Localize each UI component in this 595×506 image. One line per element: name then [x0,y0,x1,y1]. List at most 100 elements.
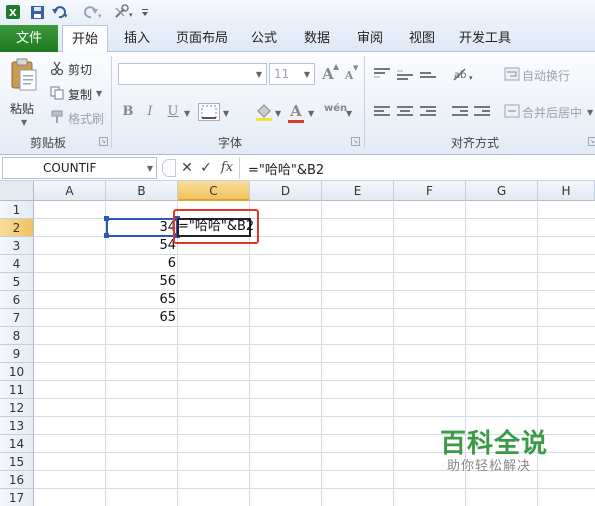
underline-dropdown-icon[interactable]: ▼ [184,109,190,118]
gridline [34,362,595,363]
cell-b4[interactable]: 6 [106,255,176,273]
gridline [249,201,250,506]
column-header-g[interactable]: G [466,181,538,201]
row-header[interactable]: 7 [0,309,34,327]
align-top-icon[interactable] [374,68,390,80]
row-header[interactable]: 13 [0,417,34,435]
borders-dropdown-icon[interactable]: ▼ [223,109,229,118]
tab-review[interactable]: 审阅 [349,25,391,52]
cell-b5[interactable]: 56 [106,273,176,291]
align-middle-icon[interactable] [397,70,413,82]
row-header[interactable]: 6 [0,291,34,309]
format-painter-label: 格式刷 [68,112,105,126]
decrease-indent-icon[interactable] [452,106,468,118]
row-header[interactable]: 8 [0,327,34,345]
cancel-button[interactable]: ✕ [180,159,194,177]
cell-b6[interactable]: 65 [106,291,176,309]
column-header-b[interactable]: B [106,181,178,201]
tab-view[interactable]: 视图 [401,25,443,52]
tab-page-layout[interactable]: 页面布局 [170,25,234,52]
cell-b3[interactable]: 54 [106,237,176,255]
formula-divider [239,157,240,179]
select-all-corner[interactable] [0,181,34,201]
phonetic-button[interactable]: wén [324,103,347,114]
save-icon[interactable] [28,3,46,21]
bold-button[interactable]: B [119,103,137,121]
cut-label: 剪切 [68,63,93,77]
reference-handle[interactable] [104,216,109,221]
align-bottom-icon[interactable] [420,72,436,84]
alignment-launcher-icon[interactable]: ↘ [588,137,595,146]
clipboard-launcher-icon[interactable]: ↘ [99,137,108,146]
cell-b7[interactable]: 65 [106,309,176,327]
font-size-box[interactable]: 11 ▼ [269,63,315,85]
column-header-c[interactable]: C [178,181,250,201]
wrap-text-label[interactable]: 自动换行 [522,67,570,84]
enter-button[interactable]: ✓ [199,159,213,177]
gridline [537,201,538,506]
svg-text:ab: ab [454,70,466,81]
font-size-dropdown-icon[interactable]: ▼ [304,70,310,79]
reference-highlight [106,218,178,237]
formula-input[interactable]: ="哈哈"&B2 [248,159,324,178]
wrap-text-icon[interactable] [504,67,520,84]
tab-formulas[interactable]: 公式 [244,25,284,52]
customize-icon[interactable] [140,3,150,21]
name-box[interactable]: COUNTIF ▼ [2,157,157,179]
font-color-button[interactable]: A [287,102,305,120]
column-header-d[interactable]: D [250,181,322,201]
font-name-box[interactable]: ▼ [118,63,267,85]
row-header[interactable]: 2 [0,219,34,237]
row-header[interactable]: 11 [0,381,34,399]
tab-file[interactable]: 文件 [0,25,58,52]
align-right-icon[interactable] [420,106,436,118]
fill-color-dropdown-icon[interactable]: ▼ [275,109,281,118]
align-center-icon[interactable] [397,106,413,118]
row-header[interactable]: 12 [0,399,34,417]
row-header[interactable]: 17 [0,489,34,506]
redo-icon[interactable]: ▾ [82,3,104,21]
italic-button[interactable]: I [141,103,159,121]
increase-indent-icon[interactable] [474,106,490,118]
tab-developer[interactable]: 开发工具 [452,25,518,52]
orientation-icon[interactable]: ab ▾ [451,66,477,87]
align-left-icon[interactable] [374,106,390,118]
alignment-group-label: 对齐方式 [450,136,499,150]
row-header[interactable]: 1 [0,201,34,219]
font-name-dropdown-icon[interactable]: ▼ [256,70,262,79]
row-header[interactable]: 10 [0,363,34,381]
row-header[interactable]: 9 [0,345,34,363]
column-header-e[interactable]: E [322,181,394,201]
row-header[interactable]: 16 [0,471,34,489]
underline-button[interactable]: U [164,103,182,121]
paste-button[interactable]: 粘贴 ▼ [6,58,40,128]
name-box-dropdown-icon[interactable]: ▼ [147,164,153,173]
borders-icon[interactable] [198,103,220,121]
row-header[interactable]: 5 [0,273,34,291]
merge-center-label[interactable]: 合并后居中 [522,104,582,121]
tab-home[interactable]: 开始 [62,25,108,53]
insert-function-button[interactable]: fx [218,159,236,177]
column-header-f[interactable]: F [394,181,466,201]
font-launcher-icon[interactable]: ↘ [351,137,360,146]
merge-center-icon[interactable] [504,104,520,121]
row-header[interactable]: 3 [0,237,34,255]
row-header[interactable]: 14 [0,435,34,453]
tools-icon[interactable]: ▾ [112,3,136,21]
font-color-dropdown-icon[interactable]: ▼ [308,109,314,118]
row-header[interactable]: 15 [0,453,34,471]
svg-text:X: X [9,8,17,19]
formula-bar-handle[interactable] [162,159,176,177]
tab-insert[interactable]: 插入 [114,25,160,52]
column-header-h[interactable]: H [538,181,595,201]
column-header-a[interactable]: A [34,181,106,201]
undo-icon[interactable]: ▾ [50,3,72,21]
reference-handle[interactable] [104,233,109,238]
row-header[interactable]: 4 [0,255,34,273]
tab-data[interactable]: 数据 [296,25,338,52]
merge-dropdown-icon[interactable]: ▼ [587,108,593,117]
gridline [34,344,595,345]
phonetic-dropdown-icon[interactable]: ▼ [346,109,352,118]
fill-color-icon[interactable] [254,103,274,124]
excel-logo-icon[interactable]: X [4,3,22,21]
